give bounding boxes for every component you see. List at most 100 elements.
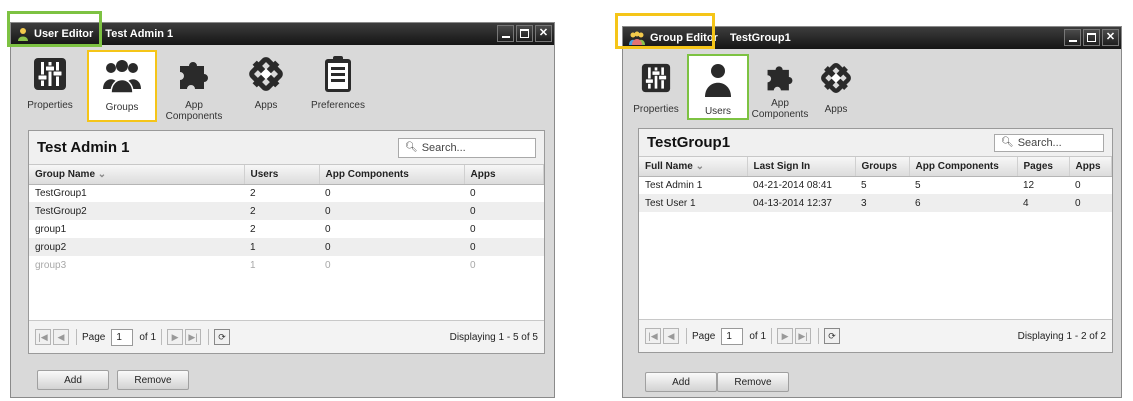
page-of-label: of 1 [749, 330, 767, 342]
panel-header: Test Admin 1 🔍︎ Search... [29, 131, 544, 165]
first-page-button[interactable]: |◀ [645, 328, 661, 344]
maximize-button[interactable] [516, 25, 533, 42]
tool-label: App Components [751, 98, 809, 120]
first-page-button[interactable]: |◀ [35, 329, 51, 345]
cell: 0 [464, 202, 544, 220]
sliders-icon [636, 58, 676, 98]
cell: 0 [1069, 194, 1112, 212]
tool-app-components[interactable]: App Components [751, 54, 809, 120]
remove-button[interactable]: Remove [117, 370, 189, 390]
cell: 1 [250, 259, 256, 271]
groups-panel: Test Admin 1 🔍︎ Search... Group Name ⌄ U… [28, 130, 545, 354]
tool-label: App Components [165, 100, 223, 122]
column-header[interactable]: Users [244, 165, 320, 185]
prev-page-button[interactable]: ◀ [53, 329, 69, 345]
table-row[interactable]: Test Admin 1 04-21-2014 08:41 5 5 12 0 [639, 176, 1112, 194]
table-row[interactable]: group2 1 0 0 [29, 238, 544, 256]
search-placeholder: Search... [421, 141, 466, 154]
table-row[interactable]: TestGroup1 2 0 0 [29, 184, 544, 202]
tool-label: Groups [105, 102, 139, 113]
title-highlight-green [7, 11, 102, 47]
cell: 0 [470, 259, 476, 271]
cell: Test User 1 [639, 194, 747, 212]
sliders-icon [30, 54, 70, 94]
editor-toolbar: Properties Users App Components Apps [623, 49, 1121, 129]
refresh-icon[interactable]: ⟳ [824, 328, 841, 344]
cell: 3 [855, 194, 909, 212]
minimize-button[interactable] [497, 25, 514, 42]
search-input[interactable]: 🔍︎ Search... [398, 137, 536, 158]
panel-title: TestGroup1 [647, 134, 731, 151]
tool-properties[interactable]: Properties [15, 50, 85, 122]
tool-groups[interactable]: Groups [87, 50, 157, 122]
clipboard-icon [318, 54, 358, 94]
tool-preferences[interactable]: Preferences [303, 50, 373, 122]
table-row[interactable]: TestGroup2 2 0 0 [29, 202, 544, 220]
search-input[interactable]: 🔍︎ Search... [994, 133, 1104, 152]
cell: 12 [1023, 179, 1035, 191]
remove-button[interactable]: Remove [717, 372, 789, 392]
cell: 5 [861, 179, 867, 191]
column-header[interactable]: App Components [909, 157, 1018, 177]
title-highlight-yellow [615, 13, 715, 49]
column-header[interactable]: Apps [464, 165, 544, 185]
apps-icon [246, 54, 286, 94]
window-controls: ✕ [495, 25, 552, 42]
search-icon: 🔍︎ [1001, 137, 1014, 148]
editor-toolbar: Properties Groups App Components Apps Pr… [11, 45, 554, 131]
column-header[interactable]: App Components [319, 165, 465, 185]
next-page-button[interactable]: ▶ [167, 329, 184, 345]
refresh-icon[interactable]: ⟳ [214, 329, 231, 345]
column-header[interactable]: Full Name ⌄ [639, 157, 748, 177]
cell: 0 [325, 223, 331, 235]
tool-label: Properties [633, 104, 679, 115]
cell: 2 [250, 187, 256, 199]
column-header[interactable]: Last Sign In [747, 157, 856, 177]
add-button[interactable]: Add [37, 370, 109, 390]
tool-apps[interactable]: Apps [811, 54, 861, 120]
last-page-button[interactable]: ▶| [185, 329, 202, 345]
users-table: Full Name ⌄ Last Sign In Groups App Comp… [639, 157, 1112, 212]
tool-users[interactable]: Users [687, 54, 749, 120]
add-button[interactable]: Add [645, 372, 717, 392]
table-row[interactable]: group1 2 0 0 [29, 220, 544, 238]
tool-properties[interactable]: Properties [627, 54, 685, 120]
cell: 0 [470, 223, 476, 235]
window-subtitle: Test Admin 1 [105, 28, 174, 40]
tool-label: Apps [824, 104, 848, 115]
next-page-button[interactable]: ▶ [777, 328, 794, 344]
table-row[interactable]: group3 1 0 0 [29, 256, 544, 274]
column-header[interactable]: Pages [1017, 157, 1070, 177]
column-header[interactable]: Groups [855, 157, 910, 177]
search-icon: 🔍︎ [405, 142, 418, 153]
close-button[interactable]: ✕ [1102, 29, 1119, 46]
maximize-button[interactable] [1083, 29, 1100, 46]
user-icon [698, 60, 738, 100]
window-controls: ✕ [1062, 29, 1119, 46]
column-header[interactable]: Apps [1069, 157, 1112, 177]
cell: TestGroup2 [29, 202, 244, 220]
column-header[interactable]: Group Name ⌄ [29, 165, 245, 185]
cell: 04-13-2014 12:37 [747, 194, 855, 212]
search-placeholder: Search... [1017, 136, 1062, 149]
groups-table: Group Name ⌄ Users App Components Apps T… [29, 165, 544, 274]
page-label: Page [82, 331, 106, 343]
last-page-button[interactable]: ▶| [795, 328, 812, 344]
table-row[interactable]: Test User 1 04-13-2014 12:37 3 6 4 0 [639, 194, 1112, 212]
group-icon [102, 56, 142, 96]
tool-app-components[interactable]: App Components [159, 50, 229, 122]
cell: 2 [244, 202, 319, 220]
prev-page-button[interactable]: ◀ [663, 328, 679, 344]
panel-title: Test Admin 1 [37, 139, 130, 156]
tool-apps[interactable]: Apps [231, 50, 301, 122]
page-number-input[interactable]: 1 [111, 328, 134, 346]
cell: 0 [319, 238, 464, 256]
cell: 0 [325, 259, 331, 271]
page-number-input[interactable]: 1 [721, 327, 744, 345]
cell: group3 [35, 259, 67, 271]
close-button[interactable]: ✕ [535, 25, 552, 42]
panel-header: TestGroup1 🔍︎ Search... [639, 129, 1112, 157]
minimize-button[interactable] [1064, 29, 1081, 46]
puzzle-icon [760, 58, 800, 96]
tool-label: Users [704, 106, 732, 117]
